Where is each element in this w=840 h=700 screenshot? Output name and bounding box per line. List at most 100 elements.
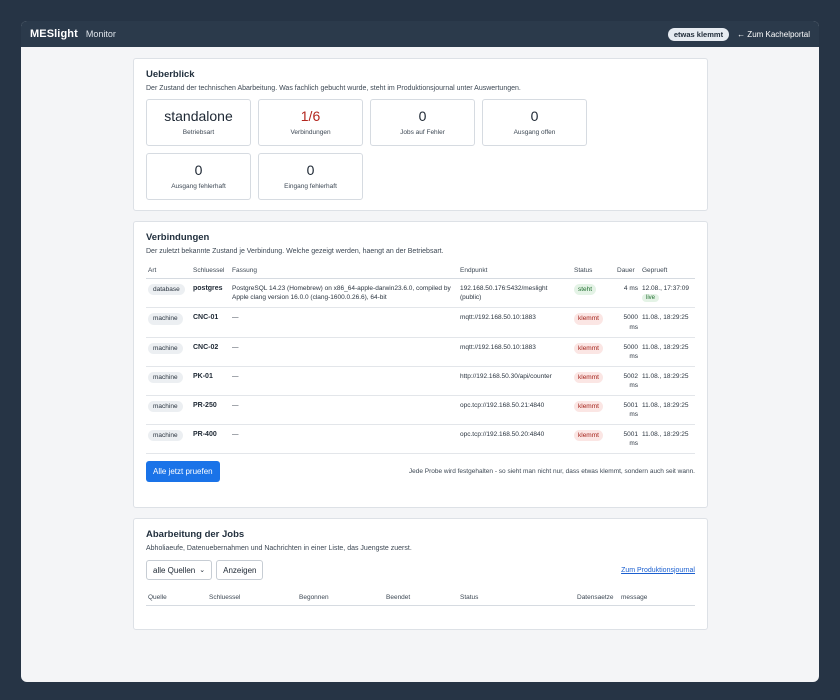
tile-label: Jobs auf Fehler xyxy=(400,129,445,136)
jobs-title: Abarbeitung der Jobs xyxy=(146,529,245,540)
checked-cell: 11.08., 18:29:25 xyxy=(640,424,695,455)
connection-key: PR-400 xyxy=(193,431,217,439)
art-tag: database xyxy=(148,284,185,296)
connection-key: CNC-01 xyxy=(193,314,219,322)
art-tag: machine xyxy=(148,313,183,325)
table-row: machine PR-400 — opc.tcp://192.168.50.20… xyxy=(146,424,695,455)
tile-label: Betriebsart xyxy=(182,129,215,136)
tile-value: 0 xyxy=(194,162,203,178)
tile-ausgang-fehlerhaft: 0 Ausgang fehlerhaft xyxy=(146,153,251,200)
jobs-description: Abholiaeufe, Datenuebernahmen und Nachri… xyxy=(146,545,412,552)
status-pill: etwas klemmt xyxy=(667,27,730,41)
endpoint-cell: mqtt://192.168.50.10:1883 xyxy=(458,307,572,338)
fassung-cell: — xyxy=(230,395,458,426)
connections-card: Verbindungen Der zuletzt bekannte Zustan… xyxy=(133,221,708,508)
duration-cell: 4 ms xyxy=(615,278,640,309)
overview-card: Ueberblick Der Zustand der technischen A… xyxy=(133,58,708,211)
connections-description: Der zuletzt bekannte Zustand je Verbindu… xyxy=(146,248,444,255)
duration-cell: 5000 ms xyxy=(615,307,640,338)
endpoint-cell: opc.tcp://192.168.50.20:4840 xyxy=(458,424,572,455)
tile-value: 0 xyxy=(306,162,315,178)
art-tag: machine xyxy=(148,430,183,442)
status-badge: steht xyxy=(574,284,597,296)
col-header: Art xyxy=(146,263,191,279)
col-header: Schluessel xyxy=(207,590,297,606)
connection-key: PK-01 xyxy=(193,372,213,380)
app-subtitle: Monitor xyxy=(85,29,116,39)
top-bar: MESlight Monitor etwas klemmt ← Zum Kach… xyxy=(21,21,819,47)
col-header: Dauer xyxy=(615,263,640,279)
col-header: Geprueft xyxy=(640,263,695,279)
endpoint-cell: opc.tcp://192.168.50.21:4840 xyxy=(458,395,572,426)
fassung-cell: — xyxy=(230,337,458,367)
art-tag: machine xyxy=(148,401,183,413)
jobs-filter-group: alle Quellen ⌄ Anzeigen xyxy=(146,560,264,580)
table-row: database postgres PostgreSQL 14.23 (Home… xyxy=(146,278,695,309)
fassung-cell: — xyxy=(230,424,458,455)
jobs-filter-row: alle Quellen ⌄ Anzeigen Zum Produktionsjo… xyxy=(146,560,695,580)
brand-logo: MESlight xyxy=(30,28,78,40)
tile-ausgang-offen: 0 Ausgang offen xyxy=(482,99,587,146)
checked-cell: 12.08., 17:37:09 live xyxy=(640,278,695,309)
source-select-value: alle Quellen xyxy=(153,565,196,575)
tile-value: 0 xyxy=(530,108,539,124)
tile-eingang-fehlerhaft: 0 Eingang fehlerhaft xyxy=(258,153,363,200)
table-row: machine PR-250 — opc.tcp://192.168.50.21… xyxy=(146,395,695,426)
duration-cell: 5001 ms xyxy=(615,424,640,455)
connection-key: CNC-02 xyxy=(193,343,219,351)
table-row: machine CNC-01 — mqtt://192.168.50.10:18… xyxy=(146,307,695,338)
col-header: Status xyxy=(458,590,575,606)
col-header: Quelle xyxy=(146,590,207,606)
connections-title: Verbindungen xyxy=(146,232,210,243)
production-journal-link[interactable]: Zum Produktionsjournal xyxy=(621,567,695,574)
col-header: Endpunkt xyxy=(458,263,572,279)
connections-footer: Alle jetzt pruefen Jede Probe wird festg… xyxy=(146,461,695,483)
endpoint-cell: mqtt://192.168.50.10:1883 xyxy=(458,337,572,367)
connection-key: postgres xyxy=(193,285,223,292)
tile-value: 1/6 xyxy=(300,108,321,124)
checked-time: 12.08., 17:37:09 xyxy=(642,285,689,292)
jobs-table: Quelle Schluessel Begonnen Beendet Statu… xyxy=(146,590,695,606)
table-row: machine CNC-02 — mqtt://192.168.50.10:18… xyxy=(146,337,695,367)
art-tag: machine xyxy=(148,371,183,383)
status-badge: klemmt xyxy=(574,401,603,413)
endpoint-cell: 192.168.50.176:5432/meslight (public) xyxy=(458,278,572,309)
app-window: MESlight Monitor etwas klemmt ← Zum Kach… xyxy=(21,21,819,682)
check-all-button[interactable]: Alle jetzt pruefen xyxy=(146,461,220,483)
overview-tiles: standalone Betriebsart 1/6 Verbindungen … xyxy=(146,99,695,200)
overview-description: Der Zustand der technischen Abarbeitung.… xyxy=(146,85,521,92)
show-button[interactable]: Anzeigen xyxy=(216,560,264,580)
checked-cell: 11.08., 18:29:25 xyxy=(640,337,695,367)
back-to-portal-link[interactable]: ← Zum Kachelportal xyxy=(737,30,810,39)
col-header: Beendet xyxy=(384,590,458,606)
jobs-card: Abarbeitung der Jobs Abholiaeufe, Datenu… xyxy=(133,518,708,630)
table-header-row: Quelle Schluessel Begonnen Beendet Statu… xyxy=(146,590,695,606)
duration-cell: 5002 ms xyxy=(615,366,640,397)
fassung-cell: — xyxy=(230,307,458,338)
table-header-row: Art Schluessel Fassung Endpunkt Status D… xyxy=(146,263,695,279)
connections-table: Art Schluessel Fassung Endpunkt Status D… xyxy=(146,263,695,455)
tile-verbindungen: 1/6 Verbindungen xyxy=(258,99,363,146)
status-badge: klemmt xyxy=(574,430,603,442)
tile-label: Verbindungen xyxy=(290,129,331,136)
status-badge: klemmt xyxy=(574,313,603,325)
source-select[interactable]: alle Quellen ⌄ xyxy=(146,560,213,580)
probe-note: Jede Probe wird festgehalten - so sieht … xyxy=(408,468,695,476)
duration-cell: 5001 ms xyxy=(615,395,640,426)
status-badge: klemmt xyxy=(574,342,603,354)
checked-cell: 11.08., 18:29:25 xyxy=(640,395,695,426)
tile-betriebsart: standalone Betriebsart xyxy=(146,99,251,146)
overview-title: Ueberblick xyxy=(146,69,195,80)
tile-value: standalone xyxy=(164,108,233,124)
col-header: Schluessel xyxy=(191,263,230,279)
col-header: Fassung xyxy=(230,263,458,279)
fassung-cell: — xyxy=(230,366,458,397)
chevron-down-icon: ⌄ xyxy=(199,567,206,574)
tile-value: 0 xyxy=(418,108,427,124)
col-header: Status xyxy=(572,263,615,279)
col-header: Begonnen xyxy=(297,590,384,606)
table-row: machine PK-01 — http://192.168.50.30/api… xyxy=(146,366,695,397)
checked-cell: 11.08., 18:29:25 xyxy=(640,366,695,397)
live-badge: live xyxy=(642,294,660,303)
fassung-cell: PostgreSQL 14.23 (Homebrew) on x86_64-ap… xyxy=(230,278,458,309)
